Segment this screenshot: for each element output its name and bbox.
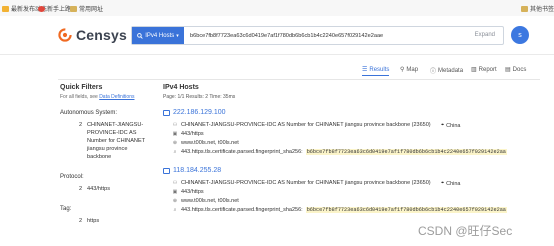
folder-icon <box>521 5 528 12</box>
filter-heading-protocol: Protocol: <box>60 174 84 180</box>
filter-heading-autonomous: Autonomous System: <box>60 110 118 116</box>
chart-icon: ▥ <box>471 67 477 73</box>
network-icon: ⚇ <box>172 122 178 128</box>
host-domain-line: ⊕ www.t00ls.net, t00ls.net <box>172 140 239 146</box>
host-match-line: ⌕ 443.https.tls.certificate.parsed.finge… <box>172 149 507 155</box>
host-ip: 222.186.129.100 <box>173 109 226 116</box>
host-ip: 118.184.255.28 <box>173 167 222 174</box>
bookmarks-bar: 最新发布动态 新手上路 常用网址 其他书签 <box>0 0 554 17</box>
list-icon: ☰ <box>362 67 368 73</box>
monitor-icon <box>163 109 170 116</box>
match-field: 443.https.tls.certificate.parsed.fingerp… <box>181 149 303 155</box>
lock-icon: ▣ <box>172 131 178 137</box>
logo-text: Censys <box>76 27 128 43</box>
network-icon: ⚇ <box>172 180 178 186</box>
folder-icon <box>70 5 77 12</box>
match-hash: b6bce7fb8f7723ea63c6d0419e7af1f780db6b6c… <box>305 207 507 213</box>
location-icon: ⌖ <box>441 122 445 128</box>
host-protocol: 443/https <box>181 189 204 195</box>
monitor-icon <box>163 167 170 174</box>
host-domain: www.t00ls.net, t00ls.net <box>181 140 239 146</box>
search-input[interactable] <box>190 27 450 44</box>
subtitle-prefix: For all fields, see <box>60 94 98 100</box>
host-protocol-line: ▣ 443/https <box>172 189 204 195</box>
host-country: China <box>446 122 461 129</box>
data-definitions-link[interactable]: Data Definitions <box>99 94 134 100</box>
results-meta: Page: 1/1 Results: 2 Time: 35ms <box>163 94 236 100</box>
host-asn-line: ⚇ CHINANET-JIANGSU-PROVINCE-IDC AS Numbe… <box>172 122 431 128</box>
quick-filters-title: Quick Filters <box>60 84 103 91</box>
globe-icon: ⊕ <box>172 140 178 146</box>
bookmark-label: 其他书签 <box>530 7 554 13</box>
host-match-line: ⌕ 443.https.tls.certificate.parsed.finge… <box>172 207 507 213</box>
filter-option-protocol[interactable]: 443/https <box>87 185 153 193</box>
tab-report[interactable]: ▥ Report <box>471 66 497 74</box>
tab-label: Report <box>478 66 497 73</box>
host-ip-link[interactable]: 118.184.255.28 <box>163 167 221 174</box>
bookmark-item[interactable]: 新手上路 <box>38 4 71 13</box>
host-protocol-line: ▣ 443/https <box>172 131 204 137</box>
tab-results[interactable]: ☰ Results <box>362 66 390 76</box>
filter-option-autonomous[interactable]: CHINANET-JIANGSU-PROVINCE-IDC AS Number … <box>87 121 153 161</box>
host-domain-line: ⊕ www.t00ls.net, t00ls.net <box>172 198 239 204</box>
search-bar: IPv4 Hosts ▾ Expand <box>131 26 504 45</box>
lock-icon: ▣ <box>172 189 178 195</box>
book-icon: ▤ <box>505 67 511 73</box>
tab-label: Metadata <box>438 67 464 74</box>
site-header: Censys IPv4 Hosts ▾ Expand s <box>0 16 554 55</box>
info-icon: ⓘ <box>430 69 437 75</box>
tab-label: Docs <box>512 66 527 73</box>
search-type-label: IPv4 Hosts <box>145 32 175 39</box>
host-ip-link[interactable]: 222.186.129.100 <box>163 109 226 116</box>
folder-icon <box>2 5 9 12</box>
bookmark-label: 新手上路 <box>47 7 72 13</box>
tab-label: Results <box>369 66 390 73</box>
globe-icon: ⊕ <box>172 198 178 204</box>
bookmark-label: 常用网址 <box>79 7 104 13</box>
search-icon: ⌕ <box>173 207 177 213</box>
host-protocol: 443/https <box>181 131 204 137</box>
host-asn-line: ⚇ CHINANET-JIANGSU-PROVINCE-IDC AS Numbe… <box>172 180 431 186</box>
filter-heading-tag: Tag: <box>60 206 72 212</box>
search-icon: ⌕ <box>173 149 177 155</box>
filter-option-tag[interactable]: https <box>87 217 153 225</box>
pin-icon: ⚲ <box>400 67 405 73</box>
watermark: CSDN @旺仔Sec <box>418 224 513 238</box>
search-type-dropdown[interactable]: IPv4 Hosts ▾ <box>132 27 184 44</box>
bookmark-item[interactable]: 常用网址 <box>70 4 103 13</box>
tab-label: Map <box>406 66 419 73</box>
quick-filters-subtitle: For all fields, see Data Definitions <box>60 94 134 100</box>
filter-count: 2 <box>79 122 83 128</box>
search-icon <box>137 32 143 39</box>
host-domain: www.t00ls.net, t00ls.net <box>181 198 239 204</box>
firefox-icon <box>38 5 45 12</box>
host-country: China <box>446 180 461 187</box>
results-title: IPv4 Hosts <box>163 84 199 91</box>
tab-docs[interactable]: ▤ Docs <box>505 66 527 74</box>
censys-logo-icon <box>58 28 72 42</box>
match-hash: b6bce7fb8f7723ea63c6d0419e7af1f780db6b6c… <box>305 149 507 155</box>
host-location: ⌖ China <box>441 180 460 187</box>
tab-metadata[interactable]: ⓘ Metadata <box>430 66 464 76</box>
match-field: 443.https.tls.certificate.parsed.fingerp… <box>181 207 303 213</box>
tab-map[interactable]: ⚲ Map <box>400 66 419 74</box>
avatar[interactable]: s <box>511 26 529 44</box>
bookmark-other[interactable]: 其他书签 <box>521 4 554 13</box>
filter-count: 2 <box>79 218 83 224</box>
filter-count: 2 <box>79 186 83 192</box>
location-icon: ⌖ <box>441 180 445 186</box>
chevron-down-icon: ▾ <box>176 32 179 39</box>
tabs-divider <box>58 79 540 80</box>
host-asn: CHINANET-JIANGSU-PROVINCE-IDC AS Number … <box>181 180 431 186</box>
expand-button[interactable]: Expand <box>475 32 495 38</box>
host-location: ⌖ China <box>441 122 460 129</box>
censys-logo[interactable]: Censys <box>58 27 127 43</box>
host-asn: CHINANET-JIANGSU-PROVINCE-IDC AS Number … <box>181 122 431 128</box>
